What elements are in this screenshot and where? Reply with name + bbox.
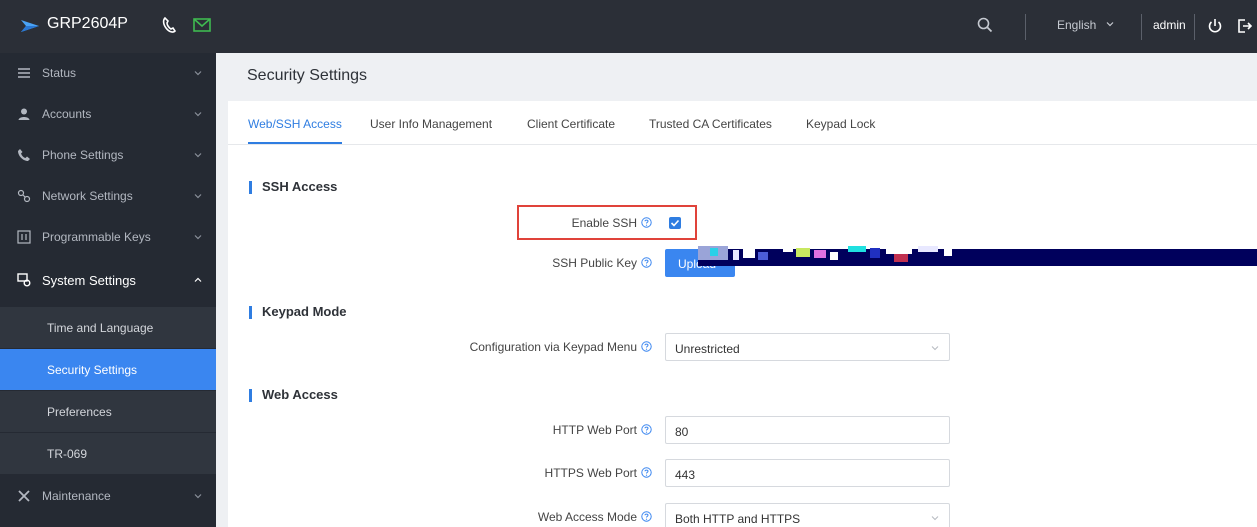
language-label: English	[1057, 18, 1097, 32]
help-icon[interactable]	[641, 467, 652, 478]
user-name[interactable]: admin	[1153, 18, 1186, 32]
chevron-down-icon	[1106, 22, 1114, 27]
chevron-down-icon	[931, 346, 939, 351]
chevron-down-icon	[931, 516, 939, 521]
divider	[1194, 14, 1195, 40]
user-icon	[18, 108, 30, 120]
sidebar-subitem-preferences[interactable]: Preferences	[0, 391, 216, 432]
sidebar-item-label: Status	[42, 66, 77, 80]
brand-name: GRP2604P	[47, 15, 128, 32]
sidebar-item-accounts[interactable]: Accounts	[0, 94, 216, 135]
web-access-mode-value: Both HTTP and HTTPS	[675, 512, 801, 526]
web-access-mode-label: Web Access Mode	[538, 510, 652, 524]
system-icon	[17, 273, 31, 287]
sidebar-item-label: Maintenance	[42, 489, 111, 503]
network-icon	[17, 189, 31, 203]
sidebar-subitem-tr-069[interactable]: TR-069	[0, 433, 216, 474]
keys-icon	[17, 230, 31, 244]
keypad-config-label: Configuration via Keypad Menu	[470, 340, 652, 354]
ssh-public-key-label: SSH Public Key	[552, 256, 652, 270]
help-icon[interactable]	[641, 511, 652, 522]
sidebar-item-system-settings[interactable]: System Settings	[0, 260, 216, 301]
divider	[1025, 14, 1026, 40]
http-port-input[interactable]: 80	[665, 416, 950, 444]
power-icon[interactable]	[1206, 17, 1224, 35]
chevron-up-icon	[194, 277, 202, 282]
phone-icon[interactable]	[158, 14, 180, 36]
list-icon	[18, 68, 30, 78]
logo-icon	[21, 20, 39, 32]
search-icon[interactable]	[976, 16, 994, 34]
phone-icon	[18, 149, 30, 161]
chevron-down-icon	[194, 71, 202, 76]
tab-keypad-lock[interactable]: Keypad Lock	[806, 117, 875, 131]
sidebar-item-status[interactable]: Status	[0, 53, 216, 94]
highlight-box	[517, 205, 697, 240]
language-select[interactable]: English	[1057, 18, 1114, 32]
http-port-text: HTTP Web Port	[552, 423, 637, 437]
keypad-config-select[interactable]: Unrestricted	[665, 333, 950, 361]
https-port-value: 443	[675, 468, 696, 482]
sidebar-item-label: Network Settings	[42, 189, 133, 203]
section-marker	[249, 181, 252, 194]
https-port-label: HTTPS Web Port	[545, 466, 652, 480]
tab-bar: Web/SSH Access User Info Management Clie…	[228, 101, 1257, 145]
sidebar-subitem-label: Security Settings	[47, 363, 138, 377]
help-icon[interactable]	[641, 341, 652, 352]
https-port-text: HTTPS Web Port	[544, 466, 637, 480]
tab-trusted-ca-certificates[interactable]: Trusted CA Certificates	[649, 117, 772, 131]
sidebar-subitem-label: Time and Language	[47, 321, 154, 335]
sidebar-item-label: Programmable Keys	[42, 230, 151, 244]
settings-panel: Web/SSH Access User Info Management Clie…	[228, 101, 1257, 527]
sidebar-subitem-security-settings[interactable]: Security Settings	[0, 349, 216, 390]
keypad-config-text: Configuration via Keypad Menu	[469, 340, 637, 354]
web-access-mode-text: Web Access Mode	[537, 510, 637, 524]
http-port-label: HTTP Web Port	[553, 423, 652, 437]
help-icon[interactable]	[641, 424, 652, 435]
tab-web-ssh-access[interactable]: Web/SSH Access	[248, 117, 342, 131]
web-access-mode-select[interactable]: Both HTTP and HTTPS	[665, 503, 950, 527]
http-port-value: 80	[675, 425, 689, 439]
sidebar: Status Accounts Phone Settings Network S…	[0, 53, 216, 527]
chevron-down-icon	[194, 194, 202, 199]
top-bar: GRP2604P English admin	[0, 0, 1257, 53]
chevron-down-icon	[194, 112, 202, 117]
page-title: Security Settings	[247, 67, 368, 84]
section-marker	[249, 306, 252, 319]
keypad-config-value: Unrestricted	[675, 342, 740, 356]
sidebar-item-maintenance[interactable]: Maintenance	[0, 476, 216, 517]
mail-icon[interactable]	[191, 14, 213, 36]
divider	[1141, 14, 1142, 40]
https-port-input[interactable]: 443	[665, 459, 950, 487]
tab-client-certificate[interactable]: Client Certificate	[527, 117, 615, 131]
sidebar-subitem-label: TR-069	[47, 447, 88, 461]
sidebar-item-label: Phone Settings	[42, 148, 124, 162]
chevron-down-icon	[194, 235, 202, 240]
sidebar-subitem-label: Preferences	[47, 405, 112, 419]
section-title: Keypad Mode	[262, 304, 347, 319]
chevron-down-icon	[194, 153, 202, 158]
section-title: Web Access	[262, 387, 338, 402]
help-icon[interactable]	[641, 257, 652, 268]
rendering-artifact	[698, 246, 1257, 266]
sidebar-subitem-time-and-language[interactable]: Time and Language	[0, 307, 216, 348]
tools-icon	[18, 490, 30, 502]
sidebar-item-label: System Settings	[42, 273, 136, 288]
section-title: SSH Access	[262, 179, 338, 194]
logout-icon[interactable]	[1236, 17, 1254, 35]
sidebar-item-phone-settings[interactable]: Phone Settings	[0, 135, 216, 176]
section-marker	[249, 389, 252, 402]
tab-user-info-management[interactable]: User Info Management	[370, 117, 492, 131]
ssh-public-key-text: SSH Public Key	[552, 256, 637, 270]
sidebar-item-programmable-keys[interactable]: Programmable Keys	[0, 217, 216, 258]
chevron-down-icon	[194, 494, 202, 499]
sidebar-item-label: Accounts	[42, 107, 92, 121]
sidebar-item-network-settings[interactable]: Network Settings	[0, 176, 216, 217]
active-tab-indicator	[248, 142, 342, 144]
